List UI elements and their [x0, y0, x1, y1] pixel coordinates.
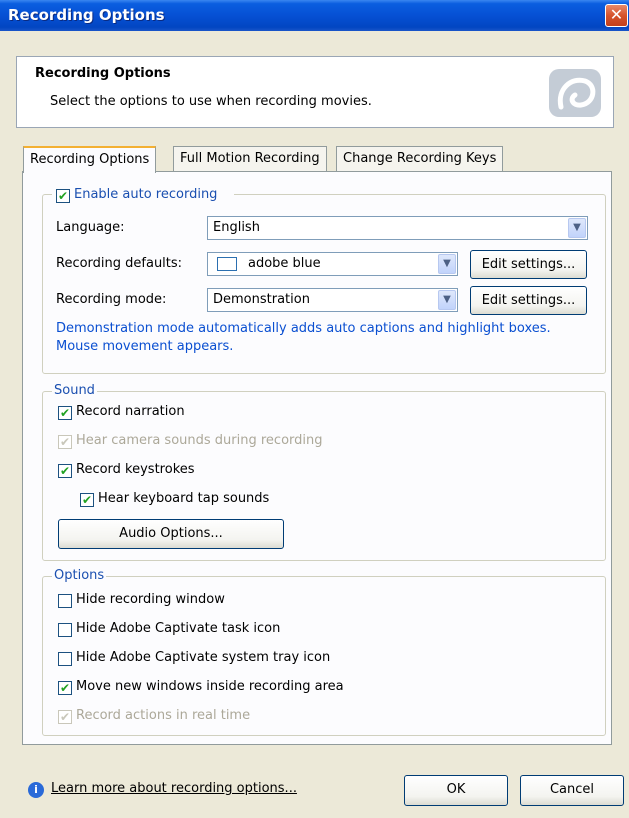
hide-tray-icon-checkbox[interactable] [58, 652, 72, 666]
edit-defaults-settings-button[interactable]: Edit settings... [470, 250, 587, 279]
chevron-down-icon[interactable]: ▼ [438, 254, 456, 274]
recording-mode-label: Recording mode: [56, 292, 167, 307]
learn-more-link[interactable]: Learn more about recording options... [51, 781, 297, 796]
hear-camera-sounds-checkbox[interactable]: ✔ [58, 435, 72, 449]
move-windows-checkbox[interactable]: ✔ [58, 681, 72, 695]
hide-task-icon-label: Hide Adobe Captivate task icon [76, 621, 281, 636]
window-title: Recording Options [8, 6, 165, 24]
tab-label: Change Recording Keys [343, 151, 497, 166]
header-subtitle: Select the options to use when recording… [50, 94, 372, 109]
color-swatch-icon [217, 257, 237, 271]
recording-mode-value: Demonstration [213, 292, 310, 307]
record-keystrokes-label: Record keystrokes [76, 462, 195, 477]
record-keystrokes-checkbox[interactable]: ✔ [58, 464, 72, 478]
sound-legend: Sound [52, 383, 97, 398]
enable-auto-recording-label: Enable auto recording [74, 187, 218, 202]
hear-keyboard-tap-label: Hear keyboard tap sounds [98, 491, 270, 506]
hide-task-icon-checkbox[interactable] [58, 623, 72, 637]
header-panel: Recording Options Select the options to … [16, 56, 614, 128]
language-select[interactable]: English ▼ [207, 216, 588, 240]
move-windows-label: Move new windows inside recording area [76, 679, 344, 694]
record-real-time-label: Record actions in real time [76, 708, 251, 723]
language-label: Language: [56, 220, 125, 235]
hide-recording-window-label: Hide recording window [76, 592, 225, 607]
hear-keyboard-tap-checkbox[interactable]: ✔ [80, 493, 94, 507]
tab-full-motion-recording[interactable]: Full Motion Recording [173, 146, 327, 172]
options-legend: Options [52, 568, 107, 583]
enable-auto-recording-checkbox[interactable]: ✔ [56, 189, 70, 203]
captivate-logo-icon [549, 69, 601, 117]
record-real-time-checkbox[interactable]: ✔ [58, 710, 72, 724]
hide-tray-icon-label: Hide Adobe Captivate system tray icon [76, 650, 331, 665]
record-narration-checkbox[interactable]: ✔ [58, 406, 72, 420]
close-button[interactable]: ✕ [605, 4, 628, 27]
ok-button[interactable]: OK [404, 775, 508, 806]
chevron-down-icon[interactable]: ▼ [568, 218, 586, 238]
recording-defaults-select[interactable]: adobe blue ▼ [207, 252, 458, 276]
header-title: Recording Options [35, 66, 171, 81]
title-bar: Recording Options ✕ [0, 0, 629, 31]
tab-recording-options[interactable]: Recording Options [23, 146, 157, 173]
hear-camera-sounds-label: Hear camera sounds during recording [76, 433, 323, 448]
tab-label: Full Motion Recording [180, 151, 320, 166]
tab-change-recording-keys[interactable]: Change Recording Keys [336, 146, 504, 172]
cancel-button[interactable]: Cancel [520, 775, 624, 806]
language-value: English [213, 220, 260, 235]
recording-defaults-label: Recording defaults: [56, 256, 183, 271]
mode-description: Demonstration mode automatically adds au… [56, 321, 551, 354]
edit-mode-settings-button[interactable]: Edit settings... [470, 286, 587, 315]
record-narration-label: Record narration [76, 404, 185, 419]
chevron-down-icon[interactable]: ▼ [438, 290, 456, 310]
info-icon: i [28, 782, 44, 798]
audio-options-button[interactable]: Audio Options... [58, 519, 284, 549]
tab-label: Recording Options [30, 152, 150, 167]
hide-recording-window-checkbox[interactable] [58, 594, 72, 608]
recording-mode-select[interactable]: Demonstration ▼ [207, 288, 458, 312]
recording-defaults-value: adobe blue [248, 256, 321, 271]
